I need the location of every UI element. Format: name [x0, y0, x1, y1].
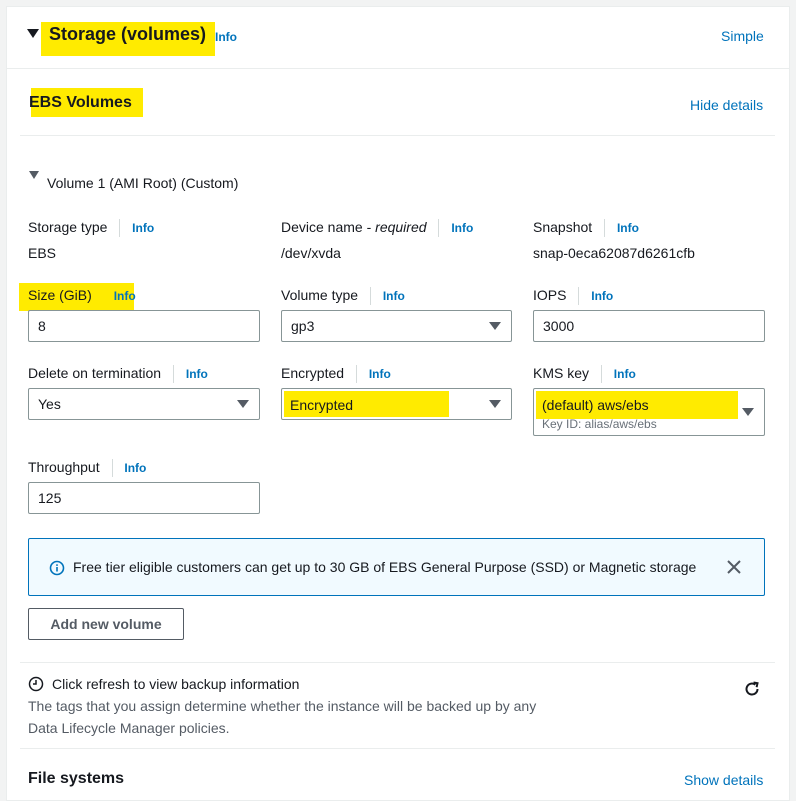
required-text: required	[375, 219, 427, 235]
storage-type-label-text: Storage type	[28, 219, 108, 235]
divider	[20, 662, 775, 663]
chevron-down-icon	[489, 322, 501, 330]
encrypted-info-link[interactable]: Info	[369, 367, 391, 381]
storage-type-info-link[interactable]: Info	[132, 221, 154, 235]
snapshot-value: snap-0eca62087d6261cfb	[533, 245, 695, 261]
info-circle-icon	[49, 560, 65, 576]
volume-type-info-link[interactable]: Info	[383, 289, 405, 303]
iops-input-value: 3000	[543, 318, 575, 334]
volume-type-value: gp3	[291, 318, 315, 334]
divider	[20, 748, 775, 749]
separator	[600, 365, 602, 384]
encrypted-label: Encrypted Info	[281, 365, 391, 384]
section-title: Storage (volumes)	[49, 24, 207, 44]
delete-on-termination-select[interactable]: Yes	[28, 388, 260, 420]
separator	[119, 219, 121, 238]
snapshot-label: Snapshot Info	[533, 219, 639, 238]
volume-type-label: Volume type Info	[281, 287, 405, 306]
delete-info-link[interactable]: Info	[186, 367, 208, 381]
simple-link[interactable]: Simple	[721, 28, 764, 44]
chevron-down-icon	[742, 408, 754, 416]
divider	[7, 68, 789, 69]
collapse-caret-icon[interactable]	[27, 29, 39, 38]
separator	[355, 365, 357, 384]
snapshot-info-link[interactable]: Info	[617, 221, 639, 235]
device-name-label: Device name - required Info	[281, 219, 473, 238]
size-label: Size (GiB) Info	[28, 287, 136, 303]
throughput-label-text: Throughput	[28, 459, 100, 475]
kms-value: (default) aws/ebs	[542, 397, 649, 413]
hide-details-link[interactable]: Hide details	[690, 97, 763, 113]
add-new-volume-label: Add new volume	[50, 616, 162, 632]
title-info-link[interactable]: Info	[215, 30, 237, 44]
throughput-input[interactable]: 125	[28, 482, 260, 514]
alert-text: Free tier eligible customers can get up …	[73, 559, 697, 575]
device-name-info-link[interactable]: Info	[451, 221, 473, 235]
device-name-value: /dev/xvda	[281, 245, 341, 261]
size-input[interactable]: 8	[28, 310, 260, 342]
iops-info-link[interactable]: Info	[591, 289, 613, 303]
free-tier-alert: Free tier eligible customers can get up …	[28, 538, 765, 596]
encrypted-select[interactable]: Encrypted	[281, 388, 512, 420]
kms-label-text: KMS key	[533, 365, 590, 381]
snapshot-label-text: Snapshot	[533, 219, 593, 235]
backup-title: Click refresh to view backup information	[52, 676, 300, 692]
divider	[20, 135, 775, 136]
volume-type-label-text: Volume type	[281, 287, 359, 303]
backup-description-2: Data Lifecycle Manager policies.	[28, 720, 230, 736]
volume-type-select[interactable]: gp3	[281, 310, 512, 342]
kms-key-label: KMS key Info	[533, 365, 636, 384]
refresh-icon[interactable]	[743, 680, 761, 698]
iops-input[interactable]: 3000	[533, 310, 765, 342]
separator	[369, 287, 371, 306]
add-new-volume-button[interactable]: Add new volume	[28, 608, 184, 640]
volume-caret-icon[interactable]	[29, 171, 39, 179]
backup-description-1: The tags that you assign determine wheth…	[28, 698, 537, 714]
delete-label-text: Delete on termination	[28, 365, 162, 381]
throughput-label: Throughput Info	[28, 459, 146, 478]
delete-value: Yes	[38, 396, 61, 412]
size-label-text: Size (GiB)	[28, 287, 92, 303]
storage-type-value: EBS	[28, 245, 57, 261]
volume-title[interactable]: Volume 1 (AMI Root) (Custom)	[47, 175, 238, 191]
clock-icon	[28, 676, 44, 692]
close-icon[interactable]	[727, 560, 741, 574]
ebs-volumes-title: EBS Volumes	[29, 94, 132, 111]
throughput-info-link[interactable]: Info	[124, 461, 146, 475]
size-input-value: 8	[38, 318, 46, 334]
throughput-input-value: 125	[38, 490, 62, 506]
storage-type-label: Storage type Info	[28, 219, 154, 238]
device-name-label-text: Device name -	[281, 219, 376, 235]
chevron-down-icon	[489, 400, 501, 408]
separator	[111, 459, 113, 478]
show-details-link[interactable]: Show details	[684, 772, 763, 788]
encrypted-value: Encrypted	[290, 397, 354, 413]
separator	[438, 219, 440, 238]
separator	[172, 365, 174, 384]
kms-key-id: Key ID: alias/aws/ebs	[542, 417, 657, 431]
encrypted-label-text: Encrypted	[281, 365, 345, 381]
file-systems-title: File systems	[28, 770, 125, 787]
separator	[604, 219, 606, 238]
kms-key-select[interactable]: (default) aws/ebs Key ID: alias/aws/ebs	[533, 388, 765, 436]
iops-label-text: IOPS	[533, 287, 567, 303]
size-info-link[interactable]: Info	[114, 289, 136, 303]
iops-label: IOPS Info	[533, 287, 613, 306]
separator	[578, 287, 580, 306]
delete-on-termination-label: Delete on termination Info	[28, 365, 208, 384]
kms-info-link[interactable]: Info	[614, 367, 636, 381]
chevron-down-icon	[237, 400, 249, 408]
